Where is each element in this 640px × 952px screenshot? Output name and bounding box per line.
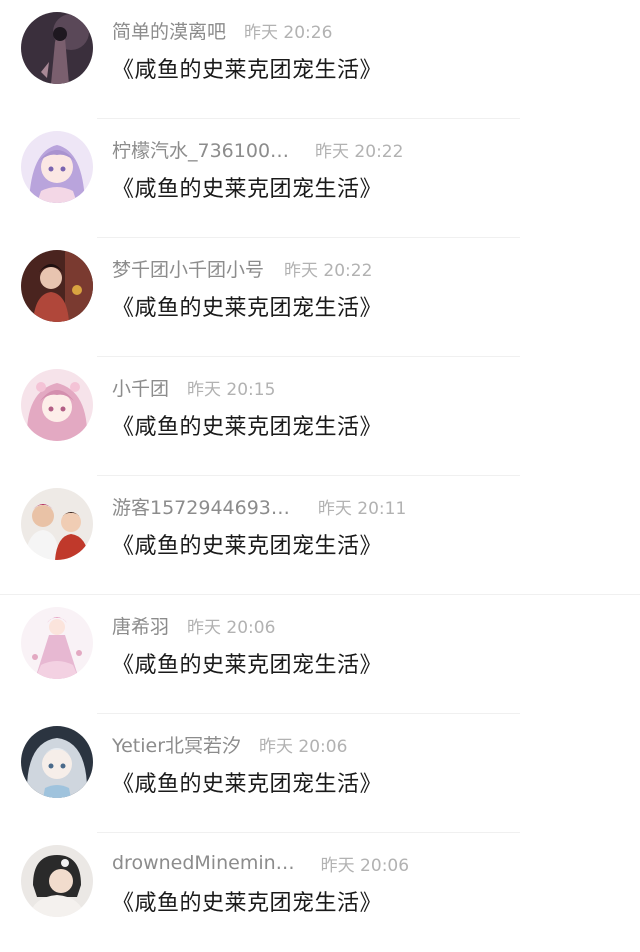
list-item[interactable]: drownedMinemin… 昨天 20:06 《咸鱼的史莱克团宠生活》 (0, 833, 640, 952)
message-text: 《咸鱼的史莱克团宠生活》 (112, 534, 383, 559)
avatar-two-people-icon (21, 488, 93, 560)
message-text: 《咸鱼的史莱克团宠生活》 (112, 653, 383, 678)
list-item[interactable]: 梦千团小千团小号 昨天 20:22 《咸鱼的史莱克团宠生活》 (0, 238, 640, 357)
list-item[interactable]: 简单的漠离吧 昨天 20:26 《咸鱼的史莱克团宠生活》 (0, 0, 640, 119)
avatar[interactable] (21, 131, 93, 203)
avatar-red-costume-icon (21, 250, 93, 322)
message-meta: Yetier北冥若汐 昨天 20:06 (112, 730, 347, 758)
list-item[interactable]: 唐希羽 昨天 20:06 《咸鱼的史莱克团宠生活》 (0, 595, 640, 714)
avatar-anime-girl-purple-icon (21, 131, 93, 203)
avatar-white-hair-icon (21, 726, 93, 798)
sender-name[interactable]: 唐希羽 (112, 612, 169, 639)
message-meta: drownedMinemin… 昨天 20:06 (112, 849, 409, 877)
message-meta: 梦千团小千团小号 昨天 20:22 (112, 254, 372, 282)
message-text: 《咸鱼的史莱克团宠生活》 (112, 415, 383, 440)
message-meta: 游客1572944693… 昨天 20:11 (112, 492, 406, 520)
avatar-pink-dress-icon (21, 607, 93, 679)
sender-name[interactable]: 小千团 (112, 374, 169, 401)
message-text: 《咸鱼的史莱克团宠生活》 (112, 296, 383, 321)
message-time: 昨天 20:11 (317, 498, 407, 519)
list-item[interactable]: Yetier北冥若汐 昨天 20:06 《咸鱼的史莱克团宠生活》 (0, 714, 640, 833)
message-text: 《咸鱼的史莱克团宠生活》 (112, 772, 383, 797)
message-time: 昨天 20:06 (259, 736, 348, 757)
message-text: 《咸鱼的史莱克团宠生活》 (112, 891, 383, 916)
message-time: 昨天 20:15 (187, 379, 276, 400)
message-time: 昨天 20:22 (284, 260, 373, 281)
message-time: 昨天 20:22 (315, 141, 404, 162)
avatar[interactable] (21, 607, 93, 679)
sender-name[interactable]: Yetier北冥若汐 (112, 731, 241, 758)
avatar-dark-figure-icon (21, 12, 93, 84)
sender-name[interactable]: 简单的漠离吧 (112, 17, 226, 44)
message-time: 昨天 20:26 (244, 22, 333, 43)
message-text: 《咸鱼的史莱克团宠生活》 (112, 177, 383, 202)
message-time: 昨天 20:06 (320, 855, 410, 876)
list-item[interactable]: 游客1572944693… 昨天 20:11 《咸鱼的史莱克团宠生活》 (0, 476, 640, 595)
list-item[interactable]: 小千团 昨天 20:15 《咸鱼的史莱克团宠生活》 (0, 357, 640, 476)
sender-name[interactable]: 梦千团小千团小号 (112, 255, 264, 282)
avatar[interactable] (21, 250, 93, 322)
sender-name[interactable]: drownedMinemin… (112, 852, 295, 874)
message-meta: 简单的漠离吧 昨天 20:26 (112, 16, 332, 44)
message-meta: 唐希羽 昨天 20:06 (112, 611, 275, 639)
message-text: 《咸鱼的史莱克团宠生活》 (112, 58, 383, 83)
avatar-girl-photo-icon (21, 845, 93, 917)
sender-name[interactable]: 柠檬汽水_736100… (112, 136, 289, 163)
avatar[interactable] (21, 845, 93, 917)
message-time: 昨天 20:06 (187, 617, 276, 638)
message-meta: 柠檬汽水_736100… 昨天 20:22 (112, 135, 403, 163)
avatar[interactable] (21, 726, 93, 798)
avatar[interactable] (21, 12, 93, 84)
list-item[interactable]: 柠檬汽水_736100… 昨天 20:22 《咸鱼的史莱克团宠生活》 (0, 119, 640, 238)
message-meta: 小千团 昨天 20:15 (112, 373, 275, 401)
message-list: 简单的漠离吧 昨天 20:26 《咸鱼的史莱克团宠生活》 柠檬汽水_736100… (0, 0, 640, 938)
avatar[interactable] (21, 488, 93, 560)
avatar-pink-anime-icon (21, 369, 93, 441)
sender-name[interactable]: 游客1572944693… (112, 493, 290, 520)
avatar[interactable] (21, 369, 93, 441)
